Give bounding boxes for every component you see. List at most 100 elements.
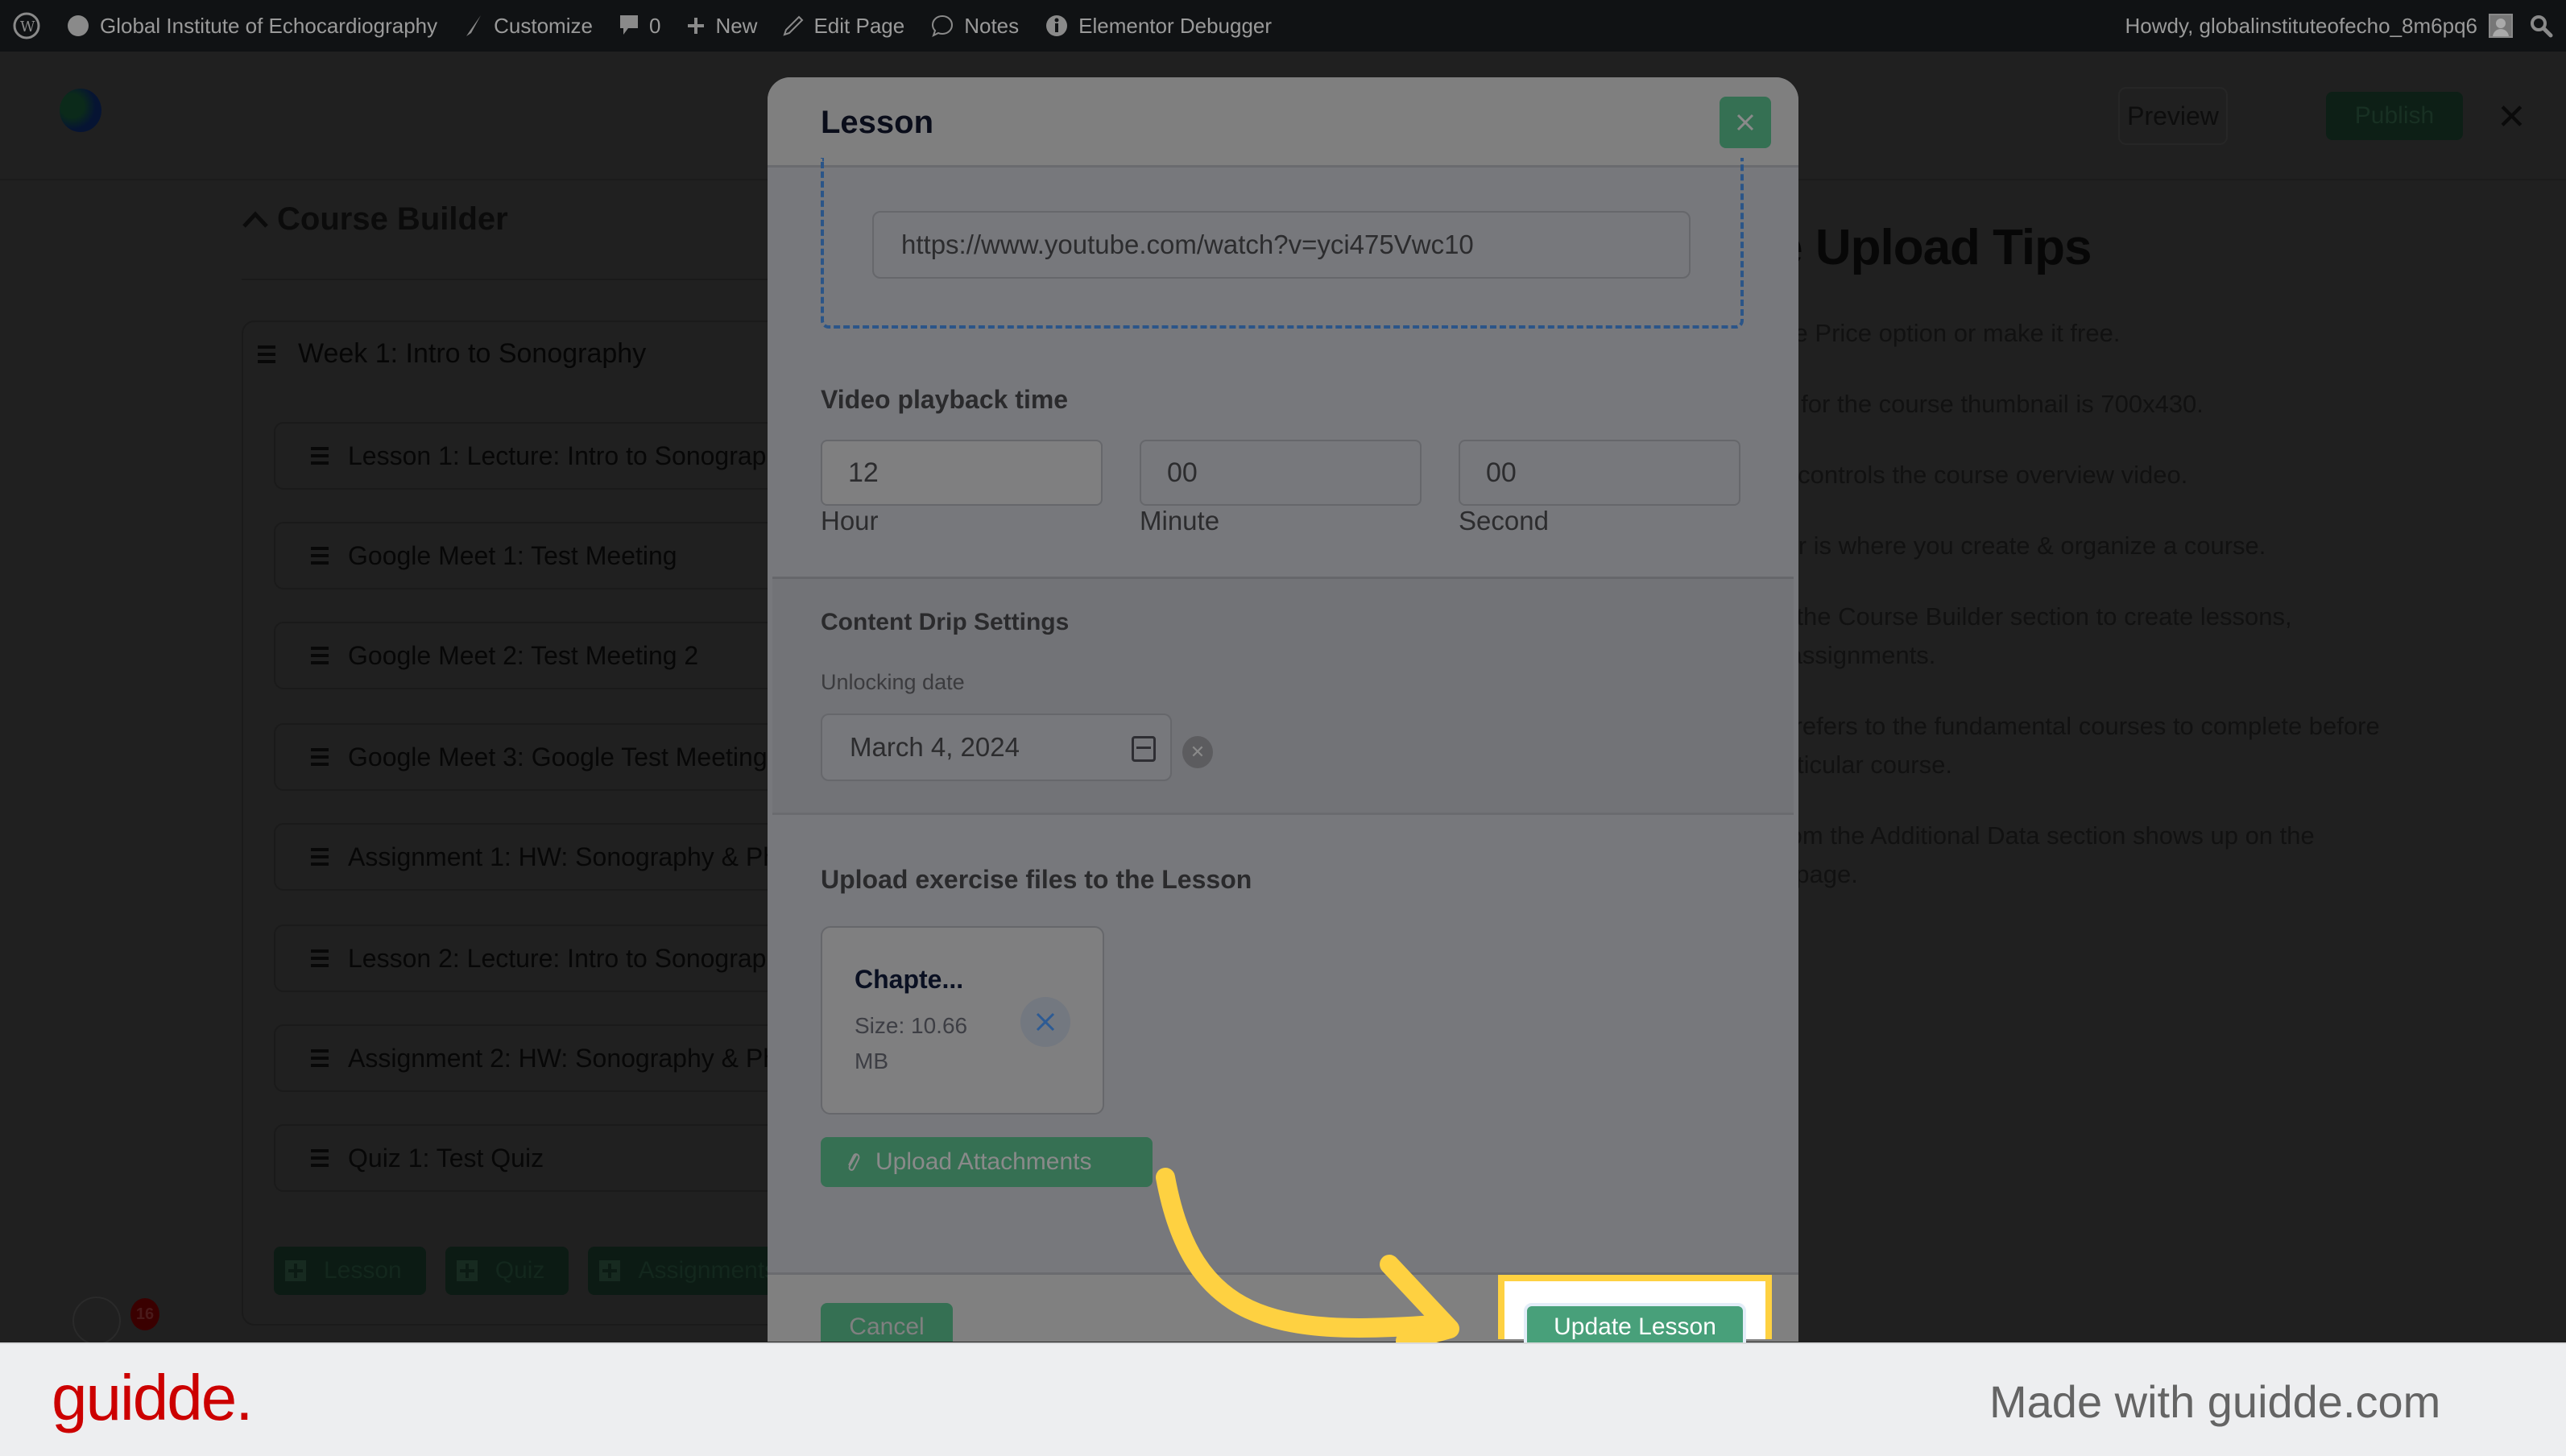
- remove-attachment-button[interactable]: [1020, 997, 1070, 1047]
- chat-bubble-icon: [932, 14, 954, 37]
- drag-handle-icon[interactable]: [311, 547, 329, 565]
- topic-header[interactable]: Week 1: Intro to Sonography: [258, 338, 646, 370]
- tip-text: Course Builder is where you create & org…: [1786, 532, 2266, 560]
- elementor-debugger-label: Elementor Debugger: [1078, 13, 1273, 38]
- search-icon[interactable]: [2529, 14, 2553, 38]
- notification-count-badge: 16: [130, 1298, 159, 1330]
- calendar-icon[interactable]: [1132, 736, 1156, 762]
- course-item[interactable]: Google Meet 1: Test Meeting: [274, 522, 838, 589]
- drag-handle-icon[interactable]: [311, 447, 329, 465]
- course-item-title: Google Meet 3: Google Test Meeting: [348, 742, 768, 771]
- add-content-buttons: Lesson Quiz Assignments: [274, 1247, 801, 1295]
- comments-count: 0: [648, 13, 661, 38]
- course-item-title: Lesson 2: Lecture: Intro to Sonography: [348, 943, 794, 973]
- add-assignment-label: Assignments: [638, 1257, 777, 1284]
- drag-handle-icon[interactable]: [311, 1149, 329, 1167]
- hour-input[interactable]: 12: [821, 440, 1103, 506]
- course-item-title: Assignment 2: HW: Sonography & Ph: [348, 1043, 778, 1073]
- account-menu[interactable]: Howdy, globalinstituteofecho_8m6pq6: [2125, 14, 2513, 39]
- wordpress-icon: W: [13, 12, 40, 39]
- drag-handle-icon[interactable]: [258, 345, 275, 363]
- upload-attachments-label: Upload Attachments: [875, 1148, 1092, 1175]
- svg-text:W: W: [20, 19, 35, 35]
- course-item-title: Assignment 1: HW: Sonography & Ph: [348, 842, 778, 871]
- close-editor-icon[interactable]: ✕: [2497, 97, 2527, 138]
- screen: W Global Institute of Echocardiography C…: [0, 0, 2566, 1456]
- plus-square-icon: [285, 1260, 306, 1281]
- drag-handle-icon[interactable]: [311, 647, 329, 664]
- notification-widget[interactable]: [72, 1297, 121, 1345]
- drag-handle-icon[interactable]: [311, 848, 329, 866]
- course-item[interactable]: Lesson 1: Lecture: Intro to Sonography: [274, 422, 838, 490]
- drag-handle-icon[interactable]: [311, 748, 329, 766]
- chevron-up-icon: [242, 210, 268, 228]
- course-item[interactable]: Assignment 1: HW: Sonography & Ph: [274, 823, 838, 891]
- unlocking-date-value: March 4, 2024: [850, 732, 1020, 762]
- add-lesson-button[interactable]: Lesson: [274, 1247, 426, 1295]
- course-item[interactable]: Quiz 1: Test Quiz: [274, 1124, 838, 1192]
- tip-text: Video section controls the course overvi…: [1786, 461, 2188, 489]
- add-quiz-button[interactable]: Quiz: [445, 1247, 569, 1295]
- site-logo[interactable]: [60, 89, 101, 132]
- playback-time-label: Video playback time: [821, 385, 1069, 414]
- attachment-card: Chapte... Size: 10.66 MB: [821, 926, 1104, 1115]
- course-item[interactable]: Google Meet 3: Google Test Meeting: [274, 723, 838, 791]
- wp-logo-button[interactable]: W: [0, 0, 53, 52]
- new-label: New: [715, 13, 758, 38]
- new-content-link[interactable]: New: [673, 0, 770, 52]
- minute-label: Minute: [1140, 506, 1220, 536]
- preview-button[interactable]: Preview: [2118, 87, 2228, 145]
- tip-text: Standard size for the course thumbnail i…: [1786, 390, 2204, 418]
- customize-label: Customize: [494, 13, 593, 38]
- elementor-debugger-link[interactable]: Elementor Debugger: [1032, 0, 1285, 52]
- course-item[interactable]: Google Meet 2: Test Meeting 2: [274, 622, 838, 689]
- divider: [242, 279, 805, 280]
- plus-square-icon: [456, 1260, 478, 1281]
- site-name: Global Institute of Echocardiography: [100, 13, 438, 38]
- course-item-title: Lesson 1: Lecture: Intro to Sonography: [348, 441, 794, 470]
- made-with-guidde: Made with guidde.com: [1989, 1376, 2441, 1427]
- course-builder-title: Course Builder: [277, 201, 508, 237]
- attachment-name: Chapte...: [855, 965, 964, 994]
- add-quiz-label: Quiz: [495, 1257, 545, 1284]
- avatar: [2489, 14, 2513, 38]
- course-item-title: Google Meet 1: Test Meeting: [348, 540, 677, 570]
- site-name-link[interactable]: Global Institute of Echocardiography: [53, 0, 450, 52]
- clear-date-button[interactable]: ✕: [1182, 736, 1213, 768]
- cancel-button[interactable]: Cancel: [821, 1303, 953, 1342]
- wp-admin-bar: W Global Institute of Echocardiography C…: [0, 0, 2566, 52]
- tips-panel: Set the Course Price option or make it f…: [1786, 306, 2398, 1111]
- course-item[interactable]: Lesson 2: Lecture: Intro to Sonography: [274, 924, 838, 992]
- comment-icon: [619, 15, 638, 35]
- drag-handle-icon[interactable]: [311, 1049, 329, 1067]
- second-input[interactable]: 00: [1459, 440, 1740, 506]
- tip-text: Prerequisites refers to the fundamental …: [1786, 712, 2380, 779]
- tip-text: Set the Course Price option or make it f…: [1786, 319, 2121, 347]
- pencil-icon: [783, 15, 804, 36]
- close-icon: [1036, 1012, 1055, 1032]
- minute-input[interactable]: 00: [1140, 440, 1422, 506]
- course-builder-header[interactable]: Course Builder: [242, 201, 508, 238]
- howdy-text: Howdy, globalinstituteofecho_8m6pq6: [2125, 13, 2477, 38]
- customize-link[interactable]: Customize: [450, 0, 606, 52]
- brush-icon: [466, 15, 482, 36]
- edit-page-link[interactable]: Edit Page: [770, 0, 917, 52]
- publish-button[interactable]: Publish: [2326, 92, 2463, 140]
- paperclip-icon: [848, 1153, 860, 1171]
- notes-label: Notes: [964, 13, 1020, 38]
- topic-title: Week 1: Intro to Sonography: [298, 338, 647, 369]
- close-icon: [1736, 114, 1754, 131]
- course-item[interactable]: Assignment 2: HW: Sonography & Ph: [274, 1024, 838, 1092]
- info-icon: [1046, 15, 1068, 36]
- second-label: Second: [1459, 506, 1549, 536]
- unlocking-date-label: Unlocking date: [821, 670, 965, 694]
- upload-attachments-button[interactable]: Upload Attachments: [821, 1137, 1153, 1187]
- drag-handle-icon[interactable]: [311, 949, 329, 967]
- video-url-input[interactable]: https://www.youtube.com/watch?v=yci475Vw…: [872, 211, 1691, 279]
- attachment-size: Size: 10.66 MB: [855, 1013, 968, 1073]
- content-drip-label: Content Drip Settings: [821, 609, 1070, 635]
- modal-close-button[interactable]: [1720, 97, 1771, 148]
- comments-link[interactable]: 0: [606, 0, 673, 52]
- unlocking-date-input[interactable]: March 4, 2024: [821, 714, 1172, 781]
- notes-link[interactable]: Notes: [917, 0, 1032, 52]
